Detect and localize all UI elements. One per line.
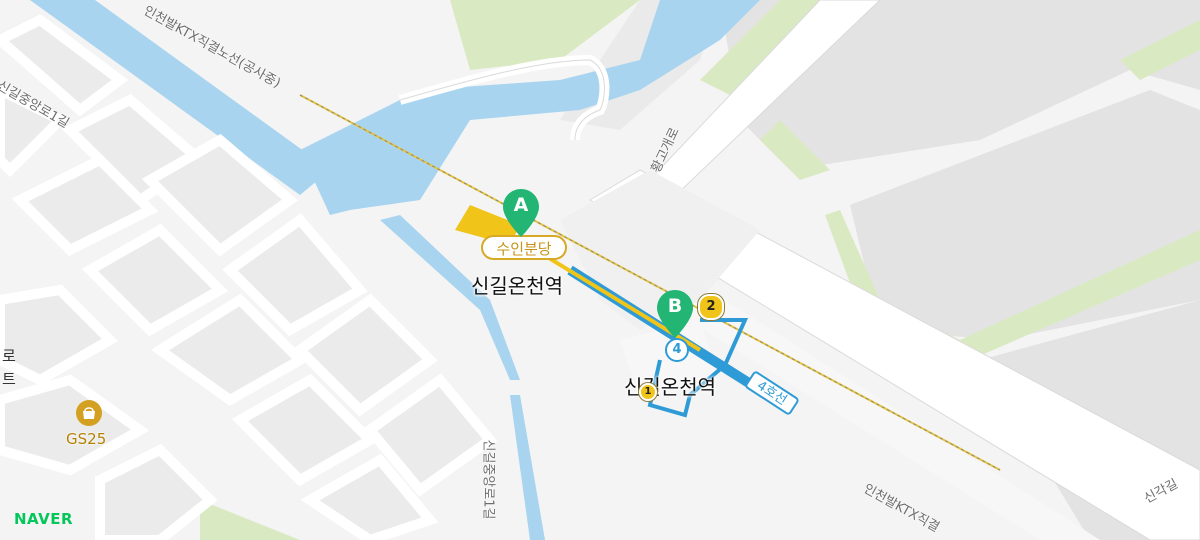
shinbundang-line-badge[interactable]: 수인분당 bbox=[481, 235, 567, 260]
marker-a-label: A bbox=[513, 194, 529, 216]
line4-station-icon[interactable]: 4 bbox=[665, 338, 689, 362]
exit-1-badge[interactable]: 1 bbox=[639, 383, 657, 401]
map-base-layer bbox=[0, 0, 1200, 540]
poi-gs25-label: GS25 bbox=[66, 430, 107, 448]
map-viewport[interactable]: 신길중앙로1길 신길중앙로1길 황고개로 인천발KTX직결노선(공사중) 인천발… bbox=[0, 0, 1200, 540]
edge-label-fragment-2: 트 bbox=[2, 370, 16, 388]
marker-b-pin-icon[interactable]: B bbox=[656, 289, 694, 339]
edge-label-fragment-1: 로 bbox=[2, 347, 16, 365]
marker-a-pin-icon[interactable]: A bbox=[502, 188, 540, 238]
marker-b-label: B bbox=[667, 295, 683, 317]
station-name-a[interactable]: 신길온천역 bbox=[471, 270, 563, 299]
exit-2-badge[interactable]: 2 bbox=[698, 294, 724, 320]
convenience-store-icon bbox=[76, 400, 102, 426]
naver-logo[interactable]: NAVER bbox=[14, 510, 73, 528]
road-label-sinsingjungang-1gil-south: 신길중앙로1길 bbox=[480, 439, 496, 520]
station-name-b[interactable]: 신길온천역 bbox=[624, 371, 716, 400]
